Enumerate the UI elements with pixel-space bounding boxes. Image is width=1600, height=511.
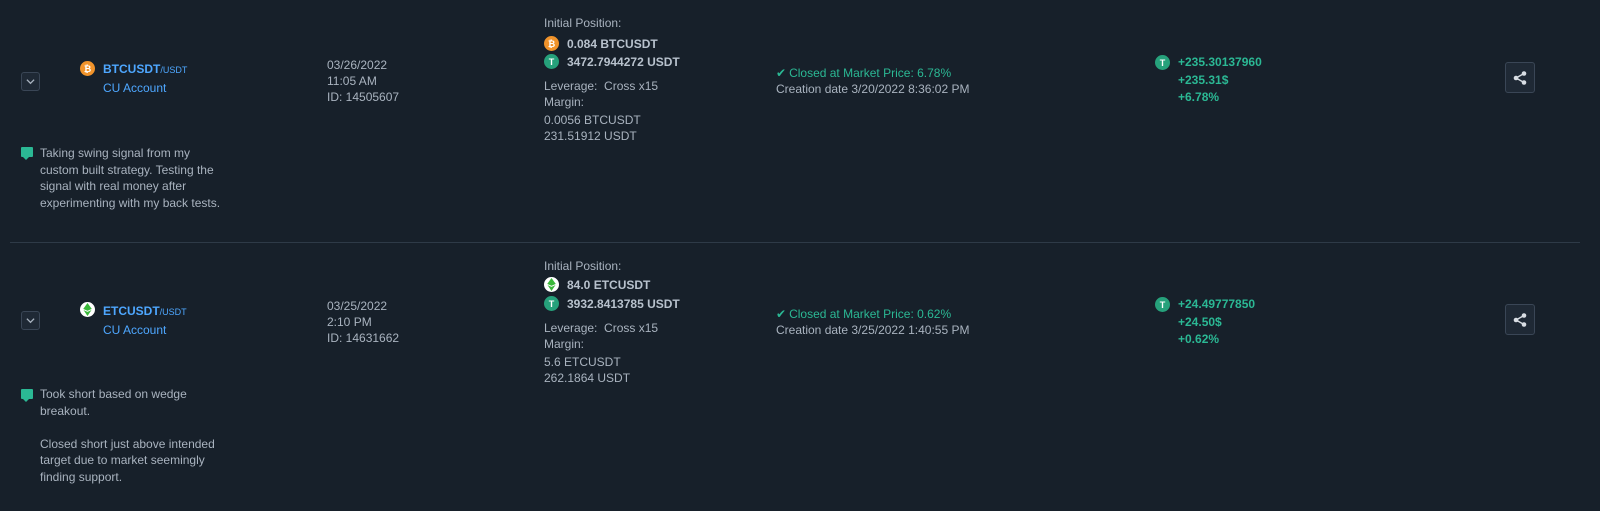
usdt-amount: 3932.8413785 USDT (567, 297, 680, 311)
margin-label: Margin: (544, 95, 585, 109)
trade-id: ID: 14505607 (327, 90, 400, 104)
pnl-usd: +24.50$ (1178, 314, 1222, 329)
pnl-usdt: +235.30137960 (1178, 55, 1262, 69)
note-line: custom built strategy. Testing the (40, 162, 214, 177)
close-info: ✔ Closed at Market Price: 0.62% Creation … (776, 306, 969, 338)
tether-icon: T (1155, 297, 1170, 312)
tether-icon: T (544, 54, 559, 69)
share-icon (1513, 70, 1527, 85)
pnl-block: +235.30137960 +235.31$ +6.78% (1178, 54, 1262, 107)
account-link[interactable]: CU Account (103, 323, 166, 337)
trade-date: 03/26/2022 (327, 58, 388, 72)
ethereum-classic-icon (80, 302, 95, 317)
expand-row-button[interactable] (21, 72, 40, 91)
leverage-info: Leverage: Cross x15 (544, 79, 658, 93)
note-line: finding support. (40, 469, 123, 484)
ethereum-classic-icon (544, 277, 559, 292)
trade-id: ID: 14631662 (327, 331, 400, 345)
trade-time: 2:10 PM (327, 315, 372, 329)
note-line (40, 419, 240, 436)
trade-datetime: 03/26/2022 11:05 AM ID: 14505607 (327, 57, 399, 105)
base-amount: 0.084 BTCUSDT (567, 37, 658, 51)
pnl-percent: +6.78% (1178, 90, 1220, 104)
pnl-usdt: +24.49777850 (1178, 297, 1256, 311)
tether-icon: T (544, 296, 559, 311)
leverage-info: Leverage: Cross x15 (544, 321, 658, 335)
trade-datetime: 03/25/2022 2:10 PM ID: 14631662 (327, 298, 399, 346)
close-status-text: Closed at Market Price: 0.62% (789, 307, 952, 321)
chevron-down-icon (26, 318, 35, 324)
initial-position-label: Initial Position: (544, 259, 622, 273)
pair-link[interactable]: ETCUSDT/USDT (103, 304, 187, 318)
trade-history-list: ₿ BTCUSDT/USDT CU Account 03/26/2022 11:… (0, 0, 1600, 511)
margin-usdt: 231.51912 USDT (544, 129, 637, 143)
trade-time: 11:05 AM (327, 74, 377, 88)
leverage-label: Leverage: (544, 321, 598, 335)
creation-date: Creation date 3/25/2022 1:40:55 PM (776, 323, 970, 337)
note-line: Taking swing signal from my (40, 146, 191, 160)
creation-date: Creation date 3/20/2022 8:36:02 PM (776, 82, 970, 96)
close-status: ✔ Closed at Market Price: 6.78% (776, 65, 969, 81)
trade-date: 03/25/2022 (327, 299, 388, 313)
pair-link[interactable]: BTCUSDT/USDT (103, 62, 187, 76)
pnl-usd: +235.31$ (1178, 72, 1229, 87)
leverage-value: Cross x15 (604, 79, 659, 93)
tether-icon: T (1155, 55, 1170, 70)
margin-usdt: 262.1864 USDT (544, 371, 631, 385)
margin-base: 5.6 ETCUSDT (544, 355, 621, 369)
note-line: breakout. (40, 403, 91, 418)
usdt-amount: 3472.7944272 USDT (567, 55, 680, 69)
check-icon: ✔ (776, 66, 787, 80)
pair-symbol[interactable]: BTCUSDT (103, 62, 160, 76)
close-status: ✔ Closed at Market Price: 0.62% (776, 306, 969, 322)
pair-symbol[interactable]: ETCUSDT (103, 304, 160, 318)
leverage-value: Cross x15 (604, 321, 659, 335)
note-line: signal with real money after (40, 179, 187, 193)
account-link[interactable]: CU Account (103, 81, 166, 95)
base-amount: 84.0 ETCUSDT (567, 278, 651, 292)
leverage-label: Leverage: (544, 79, 598, 93)
margin-label: Margin: (544, 337, 585, 351)
comment-icon (21, 389, 33, 402)
expand-row-button[interactable] (21, 311, 40, 330)
pnl-block: +24.49777850 +24.50$ +0.62% (1178, 296, 1255, 349)
initial-position-label: Initial Position: (544, 16, 622, 30)
bitcoin-icon: ₿ (80, 61, 95, 76)
close-info: ✔ Closed at Market Price: 6.78% Creation … (776, 65, 969, 97)
check-icon: ✔ (776, 307, 787, 321)
note-line: Closed short just above intended (40, 436, 215, 451)
bitcoin-icon: ₿ (544, 36, 559, 51)
trade-note: Took short based on wedge breakout. Clos… (40, 386, 240, 485)
margin-base: 0.0056 BTCUSDT (544, 113, 641, 127)
pnl-percent: +0.62% (1178, 332, 1220, 346)
trade-row: ETCUSDT/USDT CU Account 03/25/2022 2:10 … (0, 243, 1600, 511)
note-line: experimenting with my back tests. (40, 195, 221, 210)
chevron-down-icon (26, 79, 35, 85)
pair-quote: /USDT (159, 307, 187, 317)
share-button[interactable] (1505, 62, 1535, 93)
comment-icon (21, 147, 33, 160)
share-button[interactable] (1505, 304, 1535, 335)
note-line: Took short based on wedge (40, 387, 187, 401)
trade-row: ₿ BTCUSDT/USDT CU Account 03/26/2022 11:… (0, 0, 1600, 242)
trade-note: Taking swing signal from my custom built… (40, 145, 240, 211)
close-status-text: Closed at Market Price: 6.78% (789, 66, 952, 80)
note-line: target due to market seemingly (40, 453, 205, 467)
pair-quote: /USDT (160, 65, 188, 75)
share-icon (1513, 312, 1527, 327)
